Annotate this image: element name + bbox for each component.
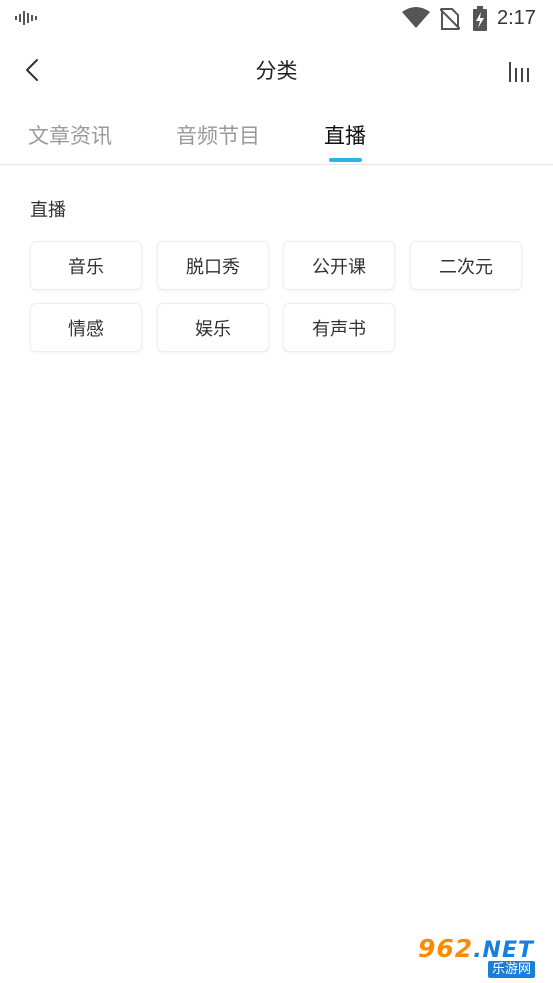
- no-sim-icon: [440, 8, 460, 30]
- battery-charging-icon: [473, 6, 487, 31]
- chevron-left-icon: [26, 59, 38, 81]
- status-bar: 2:17: [0, 0, 553, 36]
- bars-icon: [509, 62, 529, 82]
- watermark-site-name: 乐游网: [488, 961, 536, 978]
- tab-articles[interactable]: 文章资讯: [28, 122, 112, 150]
- nav-bar: 分类: [0, 36, 553, 106]
- tab-live[interactable]: 直播: [324, 122, 366, 150]
- tag-music[interactable]: 音乐: [30, 241, 142, 290]
- tag-entertainment[interactable]: 娱乐: [157, 303, 269, 352]
- tag-audiobook[interactable]: 有声书: [283, 303, 395, 352]
- tab-audio-programs[interactable]: 音频节目: [176, 122, 260, 150]
- category-tabs: 文章资讯 音频节目 直播: [0, 106, 553, 165]
- sort-button[interactable]: [502, 56, 538, 88]
- wifi-icon: [402, 7, 430, 28]
- watermark-domain: .NET: [473, 938, 534, 963]
- watermark-logo: 962.NET 乐游网: [414, 935, 548, 979]
- status-time: 2:17: [497, 7, 536, 29]
- tag-anime[interactable]: 二次元: [410, 241, 522, 290]
- back-button[interactable]: [14, 52, 50, 88]
- active-tab-indicator: [329, 158, 362, 162]
- watermark-number: 962: [418, 934, 474, 963]
- tag-talk-show[interactable]: 脱口秀: [157, 241, 269, 290]
- section-title: 直播: [30, 200, 66, 221]
- tag-open-class[interactable]: 公开课: [283, 241, 395, 290]
- page-title: 分类: [255, 59, 298, 83]
- tag-emotion[interactable]: 情感: [30, 303, 142, 352]
- audio-wave-icon: [15, 11, 37, 25]
